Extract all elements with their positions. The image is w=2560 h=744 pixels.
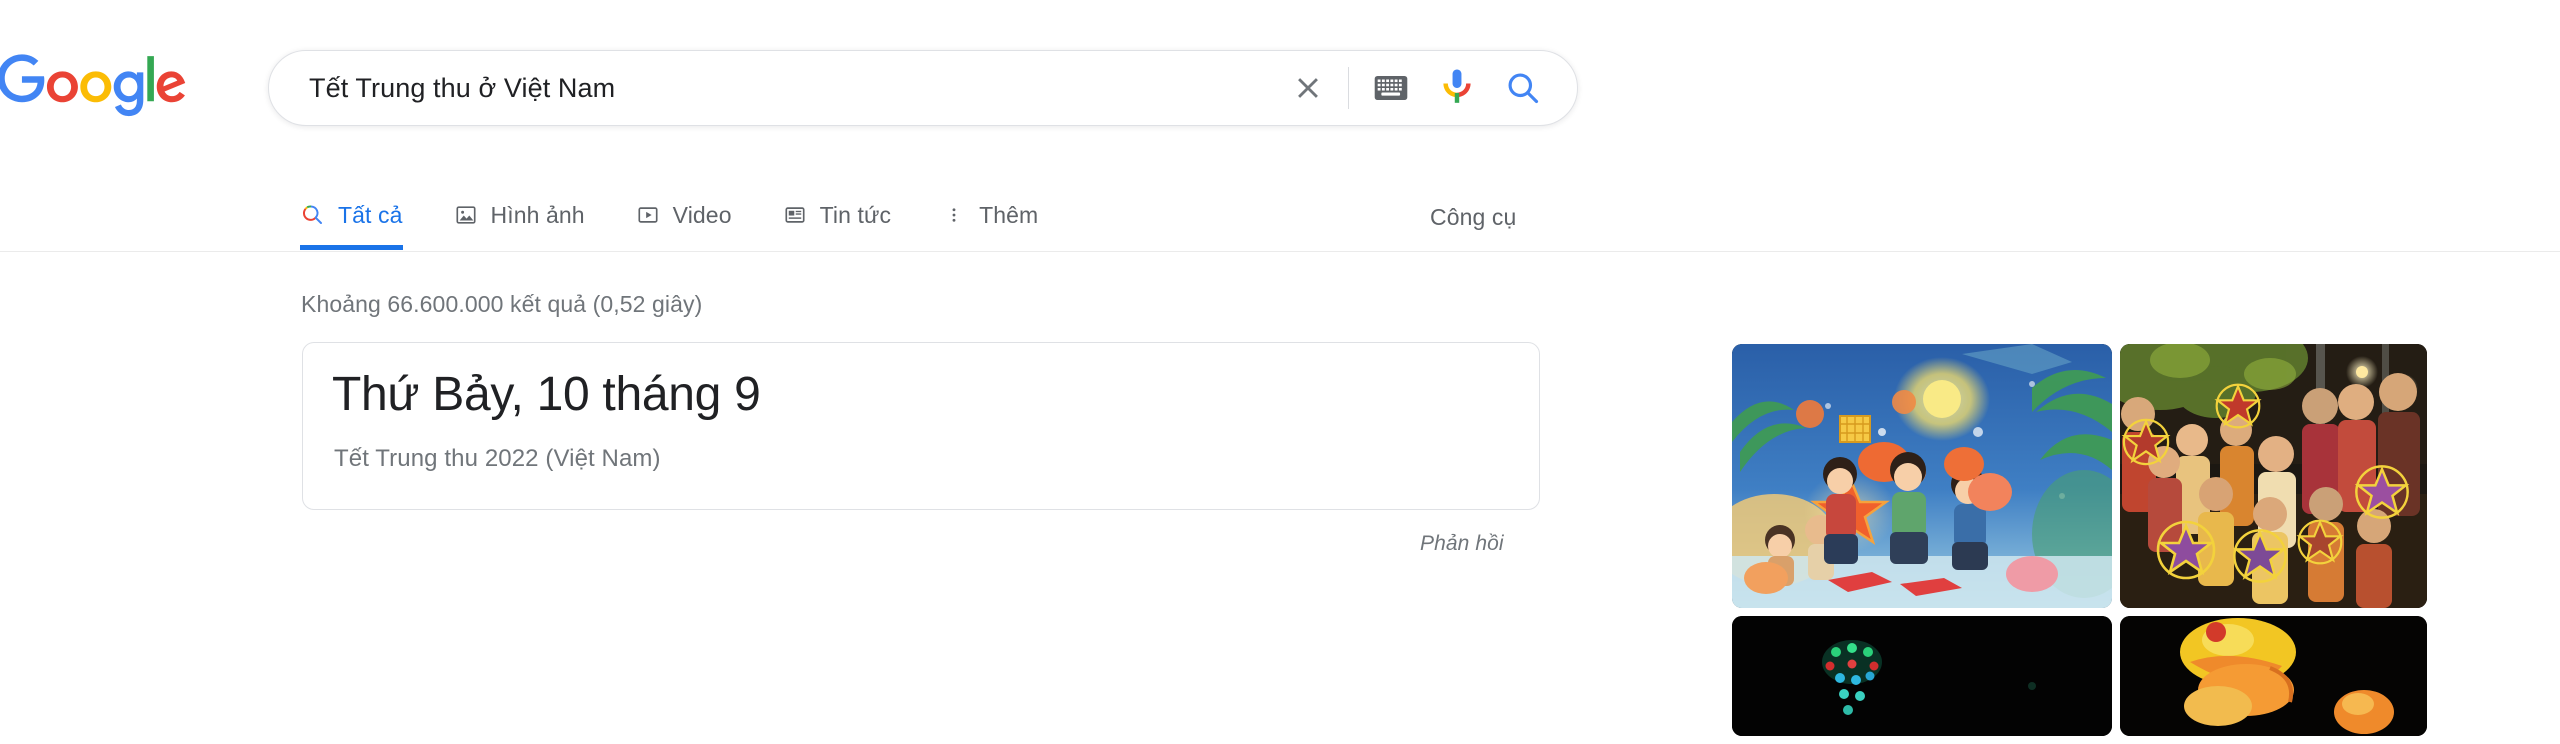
feedback-link[interactable]: Phản hồi: [1420, 532, 1504, 556]
search-input[interactable]: [269, 51, 1284, 125]
tab-videos-label: Video: [672, 201, 732, 228]
search-tools-button[interactable]: Công cụ: [1430, 176, 1516, 254]
image-result-illustration[interactable]: [1732, 344, 2112, 608]
keyboard-icon: [1374, 75, 1408, 101]
tab-more-label: Thêm: [979, 201, 1039, 228]
result-stats: Khoảng 66.600.000 kết quả (0,52 giây): [301, 291, 703, 317]
dark-orange-lantern-photo: [2120, 616, 2427, 736]
tab-images[interactable]: Hình ảnh: [453, 176, 585, 250]
tab-videos[interactable]: Video: [635, 176, 732, 250]
search-box[interactable]: [268, 50, 1578, 126]
close-icon: [1298, 78, 1318, 98]
active-tab-underline: [300, 245, 403, 250]
answer-box: Thứ Bảy, 10 tháng 9 Tết Trung thu 2022 (…: [302, 342, 1540, 510]
dark-green-lights-photo: [1732, 616, 2112, 736]
tab-news[interactable]: Tin tức: [782, 176, 891, 250]
google-search-results-page: Tất cả Hình ảnh: [0, 0, 2560, 736]
image-result-orange-lantern[interactable]: [2120, 616, 2427, 736]
answer-title: Thứ Bảy, 10 tháng 9: [332, 368, 761, 421]
microphone-icon: [1443, 69, 1471, 103]
page-header: Tất cả Hình ảnh: [0, 0, 2560, 252]
voice-search-button[interactable]: [1433, 64, 1481, 112]
google-search-icon: [300, 202, 326, 228]
search-tools-label: Công cụ: [1430, 203, 1517, 230]
tab-more[interactable]: Thêm: [941, 176, 1038, 250]
answer-subtitle: Tết Trung thu 2022 (Việt Nam): [334, 445, 661, 472]
video-icon: [635, 202, 661, 228]
tab-all[interactable]: Tất cả: [300, 176, 403, 250]
search-nav: Tất cả Hình ảnh Video Tin tức Thêm Công …: [0, 176, 2560, 252]
search-box-divider: [1348, 67, 1349, 109]
google-logo[interactable]: [0, 54, 192, 117]
clear-search-button[interactable]: [1284, 64, 1332, 112]
search-box-actions: [1284, 51, 1577, 125]
image-results-panel: [1732, 344, 2427, 744]
image-row-bottom: [1732, 616, 2427, 736]
tab-all-label: Tất cả: [338, 201, 403, 228]
keyboard-input-button[interactable]: [1367, 64, 1415, 112]
image-icon: [453, 202, 479, 228]
search-nav-tabs: Tất cả Hình ảnh Video Tin tức Thêm: [300, 176, 1088, 250]
tab-images-label: Hình ảnh: [490, 201, 585, 228]
night-lantern-illustration: [1732, 344, 2112, 608]
news-icon: [782, 202, 808, 228]
search-submit-button[interactable]: [1499, 64, 1547, 112]
tab-news-label: Tin tức: [819, 201, 892, 228]
search-icon: [1508, 73, 1539, 104]
star-lantern-photo: [2120, 344, 2427, 608]
image-row-top: [1732, 344, 2427, 608]
more-vertical-icon: [941, 202, 967, 228]
image-result-star-lanterns[interactable]: [2120, 344, 2427, 608]
results-area: Khoảng 66.600.000 kết quả (0,52 giây) Th…: [0, 252, 2560, 736]
image-result-dark-lights[interactable]: [1732, 616, 2112, 736]
